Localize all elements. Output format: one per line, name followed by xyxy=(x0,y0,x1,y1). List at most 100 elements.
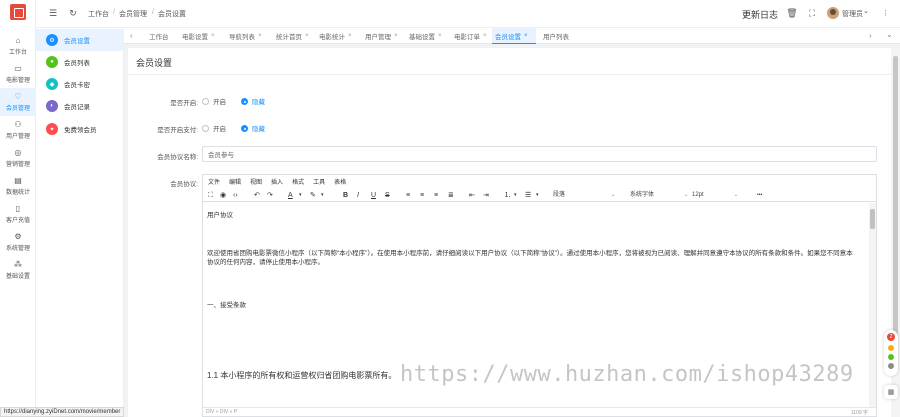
rail-item-2[interactable]: ♡ 会员管理 xyxy=(0,88,36,116)
member-pay-radio-hide[interactable]: 隐藏 xyxy=(241,123,265,133)
submenu-item-0[interactable]: ⚙ 会员设置 xyxy=(36,29,124,51)
tab-next-icon[interactable]: › xyxy=(869,31,872,40)
tab-8[interactable]: 会员设置 × xyxy=(492,28,536,44)
code-icon[interactable]: ‹› xyxy=(233,190,238,200)
tab-close-icon[interactable]: × xyxy=(524,33,528,39)
tab-1[interactable]: 电影设置 × xyxy=(179,28,223,44)
tab-close-icon[interactable]: × xyxy=(348,33,352,39)
undo-icon[interactable]: ↶ xyxy=(254,190,260,200)
submenu-item-2[interactable]: ◆ 会员卡密 xyxy=(36,73,124,95)
member-enable-radio-on[interactable]: 开启 xyxy=(202,96,226,106)
editor-menu-table[interactable]: 表格 xyxy=(334,177,346,186)
radio-circle[interactable] xyxy=(202,124,209,132)
radio-circle[interactable] xyxy=(241,97,248,105)
tab-prev-icon[interactable]: ‹ xyxy=(130,31,133,40)
align-center-icon[interactable]: ≡ xyxy=(420,190,424,200)
tab-7[interactable]: 电影订单 × xyxy=(451,28,489,44)
underline-icon[interactable]: U xyxy=(371,190,376,200)
preview-icon[interactable]: ◉ xyxy=(220,190,226,200)
tab-6[interactable]: 基础设置 × xyxy=(406,28,448,44)
italic-icon[interactable]: I xyxy=(357,190,359,200)
tab-close-icon[interactable]: × xyxy=(394,33,398,39)
fullscreen-icon[interactable]: ⛶ xyxy=(208,190,213,200)
rail-item-0[interactable]: ⌂ 工作台 xyxy=(0,32,36,60)
text-color-icon[interactable]: A xyxy=(288,190,293,200)
floating-toolbar[interactable]: 2 xyxy=(884,330,898,376)
editor-scrollbar[interactable] xyxy=(869,203,876,408)
bullet-list-icon[interactable]: ☰ xyxy=(525,190,531,200)
rail-item-4[interactable]: ◎ 营销管理 xyxy=(0,144,36,172)
tab-9[interactable]: 用户列表 xyxy=(540,28,580,44)
more-tools-icon[interactable]: ••• xyxy=(757,190,762,200)
tab-5[interactable]: 用户管理 × xyxy=(362,28,403,44)
menu-fold-icon[interactable]: ☰ xyxy=(48,8,58,19)
status-dot-icon[interactable] xyxy=(888,354,894,360)
paragraph-select[interactable]: 段落 ⌄ xyxy=(553,190,623,200)
bold-icon[interactable]: B xyxy=(343,190,348,200)
editor-menu-tools[interactable]: 工具 xyxy=(313,177,325,186)
avatar[interactable] xyxy=(827,7,839,19)
tab-close-icon[interactable]: × xyxy=(438,33,442,39)
numbered-list-icon[interactable]: ⒈ xyxy=(504,190,511,200)
rail-item-1[interactable]: ▭ 电影管理 xyxy=(0,60,36,88)
radio-circle[interactable] xyxy=(202,97,209,105)
redo-icon[interactable]: ↷ xyxy=(267,190,273,200)
breadcrumb-home[interactable]: 工作台 xyxy=(88,9,109,19)
user-name[interactable]: 管理员 xyxy=(842,9,863,19)
agreement-name-input[interactable]: 会员参与 xyxy=(202,146,877,162)
update-log-button[interactable]: 更新日志 xyxy=(742,8,778,21)
refresh-icon[interactable]: ↻ xyxy=(68,8,78,19)
grid-widget-icon[interactable]: ▦ xyxy=(884,385,898,399)
notification-badge[interactable]: 2 xyxy=(887,333,895,341)
rail-item-8[interactable]: ⁂ 基础设置 xyxy=(0,256,36,284)
app-logo[interactable] xyxy=(10,4,26,20)
submenu-item-1[interactable]: ● 会员列表 xyxy=(36,51,124,73)
editor-scrollbar-thumb[interactable] xyxy=(870,209,875,229)
element-path[interactable]: DIV » DIV » P xyxy=(206,409,237,415)
rail-item-3[interactable]: ⚇ 用户管理 xyxy=(0,116,36,144)
radio-circle[interactable] xyxy=(241,124,248,132)
submenu-item-4[interactable]: ✦ 免费领会员 xyxy=(36,118,124,140)
rail-item-5[interactable]: ▤ 数据统计 xyxy=(0,172,36,200)
strikethrough-icon[interactable]: S xyxy=(385,190,390,200)
rail-item-6[interactable]: ▯ 客户充值 xyxy=(0,200,36,228)
submenu-item-3[interactable]: ◐ 会员记录 xyxy=(36,95,124,117)
highlight-caret-icon[interactable]: ▾ xyxy=(321,190,324,200)
fullscreen-icon[interactable]: ⛶ xyxy=(807,8,817,19)
member-pay-radio-on[interactable]: 开启 xyxy=(202,123,226,133)
editor-menu-insert[interactable]: 插入 xyxy=(271,177,283,186)
rail-item-7[interactable]: ⚙ 系统管理 xyxy=(0,228,36,256)
tab-close-icon[interactable]: × xyxy=(483,33,487,39)
tab-4[interactable]: 电影统计 × xyxy=(316,28,359,44)
indent-icon[interactable]: ⇥ xyxy=(483,190,489,200)
status-dot-icon[interactable] xyxy=(888,363,894,369)
editor-menu-view[interactable]: 视图 xyxy=(250,177,262,186)
editor-menu-edit[interactable]: 编辑 xyxy=(229,177,241,186)
user-caret-icon[interactable]: ⌄ xyxy=(863,7,869,15)
align-right-icon[interactable]: ≡ xyxy=(434,190,438,200)
tab-dropdown-icon[interactable]: ⌄ xyxy=(886,30,893,39)
more-icon[interactable]: ⋮ xyxy=(882,9,889,17)
tab-close-icon[interactable]: × xyxy=(211,33,215,39)
status-dot-icon[interactable] xyxy=(888,345,894,351)
tab-3[interactable]: 统计首页 × xyxy=(273,28,313,44)
bullet-list-caret-icon[interactable]: ▾ xyxy=(536,190,539,200)
trash-icon[interactable]: 🗑 xyxy=(786,8,797,19)
font-size-select[interactable]: 12pt ⌄ xyxy=(692,190,748,200)
tab-2[interactable]: 导航列表 × xyxy=(226,28,270,44)
tab-close-icon[interactable]: × xyxy=(258,33,262,39)
font-family-select[interactable]: 系统字体 ⌄ xyxy=(630,190,694,200)
member-enable-radio-hide[interactable]: 隐藏 xyxy=(241,96,265,106)
breadcrumb-member[interactable]: 会员管理 xyxy=(119,9,147,19)
tab-0[interactable]: 工作台 xyxy=(146,28,176,44)
tab-close-icon[interactable]: × xyxy=(305,33,309,39)
editor-menu-file[interactable]: 文件 xyxy=(208,177,220,186)
numbered-list-caret-icon[interactable]: ▾ xyxy=(514,190,517,200)
align-left-icon[interactable]: ≡ xyxy=(406,190,410,200)
outdent-icon[interactable]: ⇤ xyxy=(469,190,475,200)
align-justify-icon[interactable]: ≣ xyxy=(448,190,454,200)
editor-menu-format[interactable]: 格式 xyxy=(292,177,304,186)
text-color-caret-icon[interactable]: ▾ xyxy=(299,190,302,200)
page-scrollbar-thumb[interactable] xyxy=(893,56,898,351)
highlight-icon[interactable]: ✎ xyxy=(310,190,316,200)
